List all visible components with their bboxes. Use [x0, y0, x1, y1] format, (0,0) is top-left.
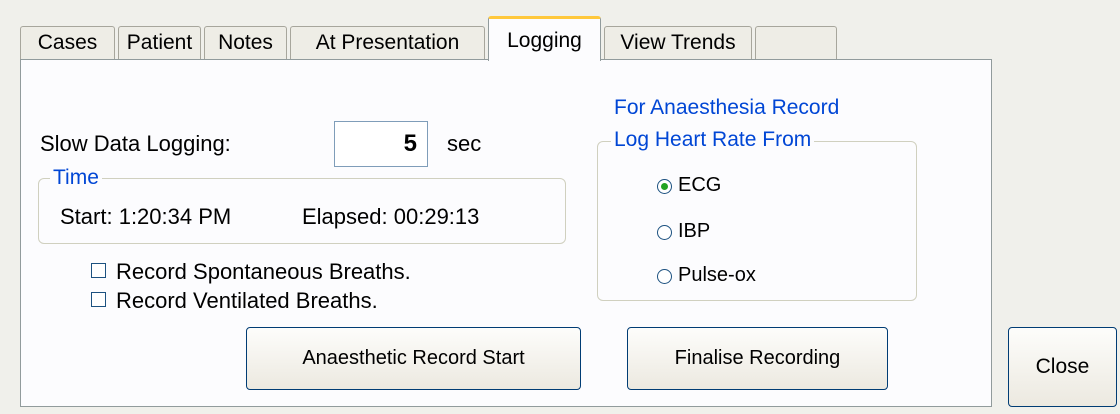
- radio-ibp-label[interactable]: IBP: [678, 220, 710, 243]
- elapsed-label: Elapsed:: [302, 204, 388, 229]
- radio-selected-dot: [661, 183, 668, 190]
- elapsed-time-text: Elapsed: 00:29:13: [302, 204, 479, 230]
- radio-pulse-ox-label[interactable]: Pulse-ox: [678, 264, 756, 287]
- tab-notes[interactable]: Notes: [204, 26, 287, 60]
- tab-patient[interactable]: Patient: [118, 26, 201, 60]
- record-spontaneous-label[interactable]: Record Spontaneous Breaths.: [116, 259, 411, 285]
- record-ventilated-label[interactable]: Record Ventilated Breaths.: [116, 288, 378, 314]
- tab-logging[interactable]: Logging: [488, 16, 601, 61]
- time-group-title: Time: [50, 166, 102, 190]
- radio-ecg[interactable]: [657, 179, 672, 194]
- slow-data-logging-label: Slow Data Logging:: [40, 131, 231, 156]
- start-time-text: Start: 1:20:34 PM: [60, 204, 231, 230]
- start-value: 1:20:34 PM: [118, 204, 232, 229]
- tab-at-presentation[interactable]: At Presentation: [290, 26, 485, 60]
- elapsed-value: 00:29:13: [393, 204, 480, 229]
- anaesthetic-record-start-button[interactable]: Anaesthetic Record Start: [246, 327, 581, 390]
- slow-data-logging-unit: sec: [447, 131, 482, 156]
- anaesthesia-record-heading: For Anaesthesia Record: [614, 96, 840, 119]
- close-button[interactable]: Close: [1008, 327, 1117, 407]
- finalise-recording-button[interactable]: Finalise Recording: [627, 327, 888, 390]
- tab-blank[interactable]: [755, 26, 837, 60]
- record-ventilated-checkbox[interactable]: [91, 292, 106, 307]
- radio-ecg-label[interactable]: ECG: [678, 174, 721, 197]
- radio-ibp[interactable]: [657, 225, 672, 240]
- slow-data-logging-input[interactable]: 5: [334, 121, 428, 167]
- record-spontaneous-checkbox[interactable]: [91, 263, 106, 278]
- radio-pulse-ox[interactable]: [657, 269, 672, 284]
- heart-rate-source-title: Log Heart Rate From: [611, 128, 815, 152]
- tab-view-trends[interactable]: View Trends: [604, 26, 752, 60]
- tab-cases[interactable]: Cases: [20, 26, 115, 60]
- start-label: Start:: [60, 204, 113, 229]
- heart-rate-source-group: [597, 141, 917, 301]
